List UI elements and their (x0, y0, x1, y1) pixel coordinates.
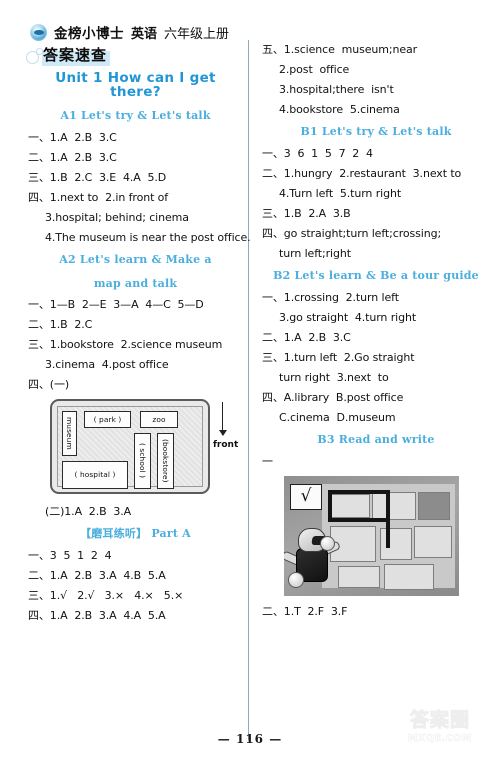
quick-answer-label: 答案速查 (42, 44, 111, 66)
eye-logo-icon (30, 23, 47, 41)
answer-line: 2.post office (279, 63, 350, 76)
answer-line: 四、1.A 2.B 3.A 4.A 5.A (28, 608, 166, 622)
answer-line: 三、1.√ 2.√ 3.× 4.× 5.× (28, 588, 184, 602)
answer-line: 二、1.A 2.B 3.C (28, 150, 117, 164)
photo-path (328, 517, 388, 522)
answer-line: 四、A.library B.post office (262, 390, 404, 404)
answer-line: 一、3 5 1 2 4 (28, 548, 112, 562)
photo-room (384, 563, 434, 590)
photo-robot (284, 527, 341, 590)
answer-line: turn left;right (279, 246, 351, 260)
answer-line: turn right 3.next to (279, 370, 389, 384)
answer-line: 二、1.A 2.B 3.A 4.B 5.A (28, 568, 166, 582)
answer-line: 一、1.crossing 2.turn left (262, 290, 399, 304)
subject-name: 英语 (131, 25, 158, 41)
robot-sphere (288, 571, 304, 588)
answer-line: 4.Turn left 5.turn right (279, 186, 402, 200)
watermark-logo: 答案圈 (409, 708, 470, 731)
answer-line: 三、1.B 2.C 3.E 4.A 5.D (28, 170, 167, 184)
bubbles-icon (26, 46, 43, 64)
answer-line: 四、(一) (28, 377, 70, 391)
answer-line: 二、1.hungry 2.restaurant 3.next to (262, 166, 462, 180)
map-plate: museum ( park ) zoo ( school ) (bookstor… (50, 398, 210, 494)
answer-line: 一、3 6 1 5 7 2 4 (262, 146, 373, 160)
section-heading-a2-line2: map and talk (93, 276, 178, 290)
photo-room (414, 525, 452, 558)
answer-line: 二、1.A 2.B 3.C (262, 330, 351, 344)
answer-line: 四、go straight;turn left;crossing; (262, 226, 442, 240)
map-inner-area: museum ( park ) zoo ( school ) (bookstor… (57, 405, 203, 489)
answer-line: 三、1.bookstore 2.science museum (28, 337, 223, 351)
right-column: 五、1.science museum;near 2.post office 3.… (262, 44, 490, 626)
answer-line: 3.hospital; behind; cinema (45, 210, 189, 224)
answer-line: 二、1.B 2.C (28, 317, 93, 331)
map-box-bookstore: (bookstore) (157, 432, 174, 489)
column-divider (248, 40, 249, 740)
answer-line: 4.The museum is near the post office. (45, 230, 251, 244)
photo-room (418, 491, 450, 520)
answer-line: 一 (262, 454, 273, 468)
section-heading-a2-line1: A2 Let's learn & Make a (59, 252, 212, 266)
answer-line: 3.hospital;there isn't (279, 83, 394, 96)
quick-answer-banner: 答案速查 (26, 44, 111, 66)
section-heading-a1: A1 Let's try & Let's talk (60, 109, 211, 122)
photo-room (338, 565, 380, 588)
answer-line: 一、1.A 2.B 3.C (28, 130, 117, 144)
page-header: 金榜小博士 英语 六年级上册 (30, 22, 229, 42)
answer-line: 3.cinema 4.post office (45, 357, 169, 371)
map-box-park: ( park ) (84, 410, 131, 428)
answer-line: 四、1.next to 2.in front of (28, 190, 169, 204)
photo-room (380, 527, 412, 560)
map-box-school: ( school ) (134, 432, 151, 489)
photo-room (372, 491, 416, 520)
front-label: front (213, 439, 239, 450)
page-number: — 116 — (217, 732, 283, 746)
left-column: Unit 1 How can I get there? A1 Let's try… (28, 70, 251, 630)
map-box-zoo: zoo (140, 410, 178, 428)
photo-path (328, 489, 390, 494)
unit-title: Unit 1 How can I get there? (55, 70, 216, 100)
section-heading-listening: 【磨耳练听】 Part A (80, 526, 191, 540)
photo-frame: √ (284, 475, 459, 596)
answer-line: 三、1.turn left 2.Go straight (262, 350, 415, 364)
robot-sphere (320, 535, 335, 551)
section-heading-b2: B2 Let's learn & Be a tour guide (273, 268, 479, 282)
read-and-write-photo: √ (284, 475, 459, 596)
answer-line: 五、1.science museum;near (262, 43, 418, 56)
answer-line: 4.bookstore 5.cinema (279, 103, 400, 116)
section-heading-b3: B3 Read and write (317, 432, 435, 446)
answer-line: 一、1—B 2—E 3—A 4—C 5—D (28, 297, 204, 311)
photo-room (330, 493, 370, 518)
answer-line: 三、1.B 2.A 3.B (262, 206, 351, 220)
brand-name: 金榜小博士 (54, 26, 124, 42)
grade-name: 六年级上册 (164, 25, 230, 41)
section-heading-b1: B1 Let's try & Let's talk (300, 125, 452, 138)
answer-line: 3.go straight 4.turn right (279, 310, 417, 324)
map-box-hospital: ( hospital ) (62, 460, 128, 489)
front-arrow-icon (218, 401, 229, 436)
answer-line: (二)1.A 2.B 3.A (45, 504, 132, 518)
answer-line: C.cinema D.museum (279, 410, 396, 424)
answer-line: 二、1.T 2.F 3.F (262, 604, 348, 618)
checkmark-box: √ (290, 483, 322, 510)
map-diagram: museum ( park ) zoo ( school ) (bookstor… (50, 398, 238, 497)
map-box-museum: museum (62, 410, 77, 456)
